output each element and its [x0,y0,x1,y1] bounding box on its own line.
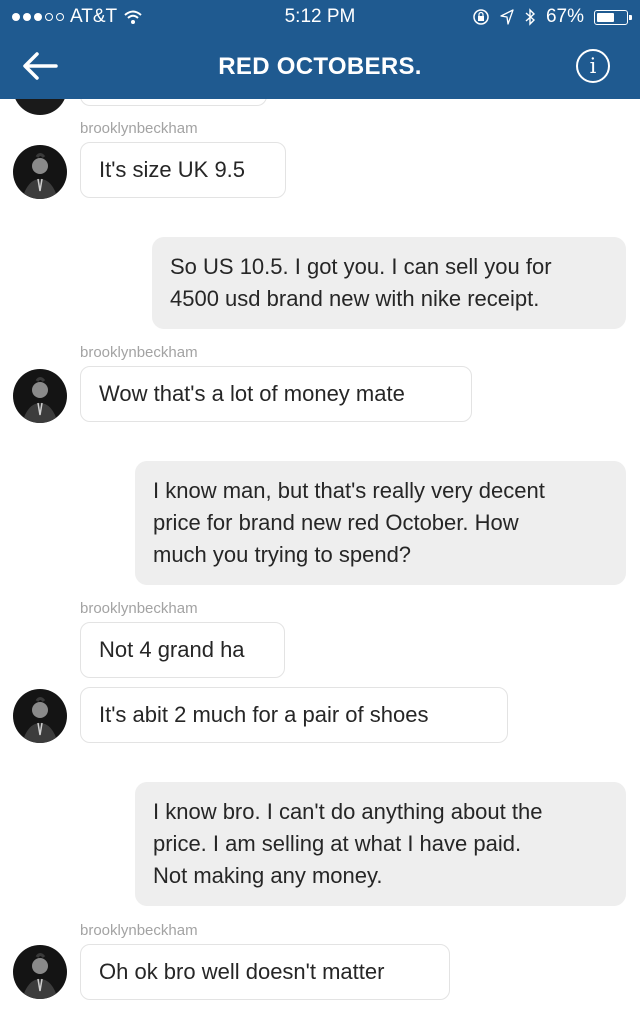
avatar[interactable] [13,369,67,423]
conversation-title: RED OCTOBERS. [218,53,422,80]
message-line: 4500 usd brand new with nike receipt. [170,286,540,311]
status-bar: AT&T 5:12 PM 67% [0,0,640,34]
message-bubble-incoming[interactable]: It's abit 2 much for a pair of shoes [80,687,508,743]
location-icon [500,9,514,25]
message-line: I know man, but that's really very decen… [153,478,545,503]
message-bubble-incoming[interactable]: Wow that's a lot of money mate [80,366,472,422]
info-icon: i [589,54,597,78]
battery-percent: 67% [545,6,584,27]
avatar[interactable] [13,689,67,743]
sender-name: brooklynbeckham [80,922,198,939]
message-line: price. I am selling at what I have paid. [153,831,522,856]
message-bubble-incoming[interactable]: Oh ok bro well doesn't matter [80,944,450,1000]
message-line: I know bro. I can't do anything about th… [153,799,543,824]
status-right: 67% [472,6,632,28]
message-bubble-outgoing[interactable]: So US 10.5. I got you. I can sell you fo… [152,237,626,329]
nav-bar: RED OCTOBERS. i [0,34,640,99]
message-bubble-incoming[interactable]: Not 4 grand ha [80,622,285,678]
rotation-lock-icon [473,9,489,25]
top-bar: AT&T 5:12 PM 67% RED OCTOBERS. i [0,0,640,99]
sender-name: brooklynbeckham [80,600,198,617]
avatar[interactable] [13,945,67,999]
avatar[interactable] [13,145,67,199]
battery-icon [594,9,632,25]
message-bubble-partial [80,99,267,106]
bluetooth-icon [525,8,535,26]
message-bubble-outgoing[interactable]: I know bro. I can't do anything about th… [135,782,626,906]
message-line: Not making any money. [153,863,383,888]
avatar [13,99,67,115]
message-line: So US 10.5. I got you. I can sell you fo… [170,254,552,279]
message-line: much you trying to spend? [153,542,412,567]
info-button[interactable]: i [576,49,610,83]
message-line: price for brand new red October. How [153,510,519,535]
message-list[interactable]: brooklynbeckham It's size UK 9.5 So US 1… [0,99,640,1010]
sender-name: brooklynbeckham [80,344,198,361]
message-bubble-incoming[interactable]: It's size UK 9.5 [80,142,286,198]
message-bubble-outgoing[interactable]: I know man, but that's really very decen… [135,461,626,585]
sender-name: brooklynbeckham [80,120,198,137]
